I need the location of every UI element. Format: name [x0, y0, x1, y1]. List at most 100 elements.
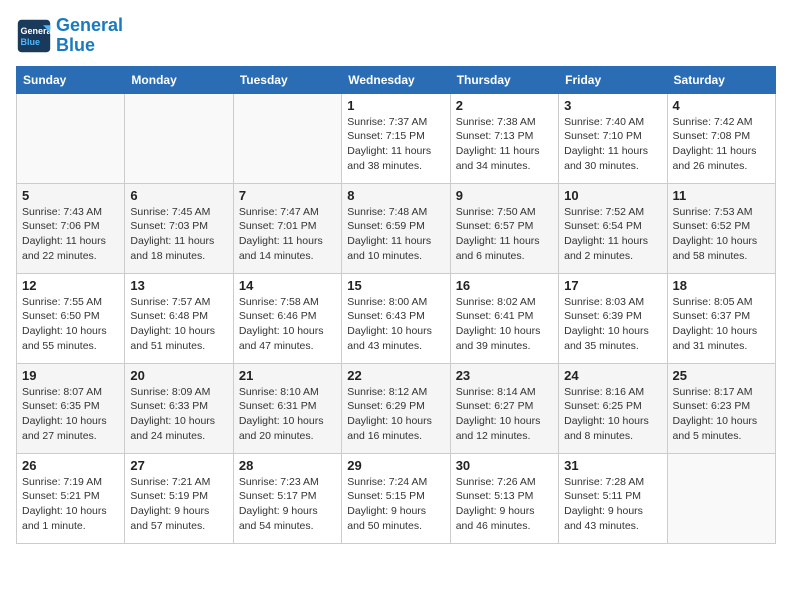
day-info: Sunrise: 8:07 AM Sunset: 6:35 PM Dayligh…	[22, 385, 119, 444]
day-number: 13	[130, 278, 227, 293]
day-number: 19	[22, 368, 119, 383]
day-info: Sunrise: 7:43 AM Sunset: 7:06 PM Dayligh…	[22, 205, 119, 264]
day-cell: 10 Sunrise: 7:52 AM Sunset: 6:54 PM Dayli…	[559, 183, 667, 273]
day-cell: 5 Sunrise: 7:43 AM Sunset: 7:06 PM Daylig…	[17, 183, 125, 273]
week-row-3: 19 Sunrise: 8:07 AM Sunset: 6:35 PM Dayli…	[17, 363, 776, 453]
day-cell: 13 Sunrise: 7:57 AM Sunset: 6:48 PM Dayli…	[125, 273, 233, 363]
day-info: Sunrise: 7:47 AM Sunset: 7:01 PM Dayligh…	[239, 205, 336, 264]
day-info: Sunrise: 8:05 AM Sunset: 6:37 PM Dayligh…	[673, 295, 770, 354]
day-number: 29	[347, 458, 444, 473]
day-number: 10	[564, 188, 661, 203]
day-cell: 9 Sunrise: 7:50 AM Sunset: 6:57 PM Daylig…	[450, 183, 558, 273]
header-wednesday: Wednesday	[342, 66, 450, 93]
day-number: 7	[239, 188, 336, 203]
day-cell: 18 Sunrise: 8:05 AM Sunset: 6:37 PM Dayli…	[667, 273, 775, 363]
day-cell: 15 Sunrise: 8:00 AM Sunset: 6:43 PM Dayli…	[342, 273, 450, 363]
day-cell	[667, 453, 775, 543]
day-cell	[233, 93, 341, 183]
day-info: Sunrise: 8:02 AM Sunset: 6:41 PM Dayligh…	[456, 295, 553, 354]
day-cell: 30Sunrise: 7:26 AM Sunset: 5:13 PM Dayli…	[450, 453, 558, 543]
day-cell: 21 Sunrise: 8:10 AM Sunset: 6:31 PM Dayli…	[233, 363, 341, 453]
day-cell: 4Sunrise: 7:42 AM Sunset: 7:08 PM Daylig…	[667, 93, 775, 183]
day-info: Sunrise: 8:14 AM Sunset: 6:27 PM Dayligh…	[456, 385, 553, 444]
day-info: Sunrise: 8:03 AM Sunset: 6:39 PM Dayligh…	[564, 295, 661, 354]
day-info: Sunrise: 7:57 AM Sunset: 6:48 PM Dayligh…	[130, 295, 227, 354]
day-number: 4	[673, 98, 770, 113]
day-info: Sunrise: 7:50 AM Sunset: 6:57 PM Dayligh…	[456, 205, 553, 264]
day-info: Sunrise: 8:17 AM Sunset: 6:23 PM Dayligh…	[673, 385, 770, 444]
day-info: Sunrise: 8:12 AM Sunset: 6:29 PM Dayligh…	[347, 385, 444, 444]
day-number: 6	[130, 188, 227, 203]
header-sunday: Sunday	[17, 66, 125, 93]
day-cell: 22 Sunrise: 8:12 AM Sunset: 6:29 PM Dayli…	[342, 363, 450, 453]
day-number: 20	[130, 368, 227, 383]
day-info: Sunrise: 8:00 AM Sunset: 6:43 PM Dayligh…	[347, 295, 444, 354]
day-info: Sunrise: 8:09 AM Sunset: 6:33 PM Dayligh…	[130, 385, 227, 444]
day-cell: 11 Sunrise: 7:53 AM Sunset: 6:52 PM Dayli…	[667, 183, 775, 273]
day-number: 15	[347, 278, 444, 293]
day-info: Sunrise: 7:21 AM Sunset: 5:19 PM Dayligh…	[130, 475, 227, 534]
day-number: 14	[239, 278, 336, 293]
day-cell	[17, 93, 125, 183]
logo-icon: General Blue	[16, 18, 52, 54]
day-info: Sunrise: 7:38 AM Sunset: 7:13 PM Dayligh…	[456, 115, 553, 174]
day-number: 3	[564, 98, 661, 113]
day-number: 18	[673, 278, 770, 293]
day-info: Sunrise: 8:16 AM Sunset: 6:25 PM Dayligh…	[564, 385, 661, 444]
day-cell: 26 Sunrise: 7:19 AM Sunset: 5:21 PM Dayli…	[17, 453, 125, 543]
week-row-2: 12 Sunrise: 7:55 AM Sunset: 6:50 PM Dayli…	[17, 273, 776, 363]
day-cell: 20 Sunrise: 8:09 AM Sunset: 6:33 PM Dayli…	[125, 363, 233, 453]
day-number: 25	[673, 368, 770, 383]
day-cell: 6Sunrise: 7:45 AM Sunset: 7:03 PM Daylig…	[125, 183, 233, 273]
day-cell: 17Sunrise: 8:03 AM Sunset: 6:39 PM Dayli…	[559, 273, 667, 363]
day-number: 23	[456, 368, 553, 383]
header-friday: Friday	[559, 66, 667, 93]
day-info: Sunrise: 7:53 AM Sunset: 6:52 PM Dayligh…	[673, 205, 770, 264]
day-number: 8	[347, 188, 444, 203]
day-number: 5	[22, 188, 119, 203]
day-number: 27	[130, 458, 227, 473]
day-cell: 27 Sunrise: 7:21 AM Sunset: 5:19 PM Dayli…	[125, 453, 233, 543]
day-number: 12	[22, 278, 119, 293]
page-header: General Blue General Blue	[16, 16, 776, 56]
day-number: 9	[456, 188, 553, 203]
day-number: 28	[239, 458, 336, 473]
calendar-table: SundayMondayTuesdayWednesdayThursdayFrid…	[16, 66, 776, 544]
logo: General Blue General Blue	[16, 16, 123, 56]
day-number: 26	[22, 458, 119, 473]
day-cell: 24 Sunrise: 8:16 AM Sunset: 6:25 PM Dayli…	[559, 363, 667, 453]
day-number: 2	[456, 98, 553, 113]
day-number: 21	[239, 368, 336, 383]
day-info: Sunrise: 7:58 AM Sunset: 6:46 PM Dayligh…	[239, 295, 336, 354]
day-cell: 19 Sunrise: 8:07 AM Sunset: 6:35 PM Dayli…	[17, 363, 125, 453]
day-cell: 7 Sunrise: 7:47 AM Sunset: 7:01 PM Daylig…	[233, 183, 341, 273]
day-info: Sunrise: 8:10 AM Sunset: 6:31 PM Dayligh…	[239, 385, 336, 444]
day-cell: 29 Sunrise: 7:24 AM Sunset: 5:15 PM Dayli…	[342, 453, 450, 543]
week-row-0: 1Sunrise: 7:37 AM Sunset: 7:15 PM Daylig…	[17, 93, 776, 183]
day-info: Sunrise: 7:28 AM Sunset: 5:11 PM Dayligh…	[564, 475, 661, 534]
logo-text: General Blue	[56, 16, 123, 56]
calendar-header-row: SundayMondayTuesdayWednesdayThursdayFrid…	[17, 66, 776, 93]
day-cell: 16Sunrise: 8:02 AM Sunset: 6:41 PM Dayli…	[450, 273, 558, 363]
day-number: 11	[673, 188, 770, 203]
day-info: Sunrise: 7:52 AM Sunset: 6:54 PM Dayligh…	[564, 205, 661, 264]
day-cell: 28 Sunrise: 7:23 AM Sunset: 5:17 PM Dayli…	[233, 453, 341, 543]
day-number: 31	[564, 458, 661, 473]
day-info: Sunrise: 7:26 AM Sunset: 5:13 PM Dayligh…	[456, 475, 553, 534]
day-info: Sunrise: 7:24 AM Sunset: 5:15 PM Dayligh…	[347, 475, 444, 534]
day-info: Sunrise: 7:40 AM Sunset: 7:10 PM Dayligh…	[564, 115, 661, 174]
header-saturday: Saturday	[667, 66, 775, 93]
header-monday: Monday	[125, 66, 233, 93]
week-row-1: 5 Sunrise: 7:43 AM Sunset: 7:06 PM Daylig…	[17, 183, 776, 273]
week-row-4: 26 Sunrise: 7:19 AM Sunset: 5:21 PM Dayli…	[17, 453, 776, 543]
day-number: 22	[347, 368, 444, 383]
header-thursday: Thursday	[450, 66, 558, 93]
day-info: Sunrise: 7:37 AM Sunset: 7:15 PM Dayligh…	[347, 115, 444, 174]
day-info: Sunrise: 7:55 AM Sunset: 6:50 PM Dayligh…	[22, 295, 119, 354]
day-number: 24	[564, 368, 661, 383]
day-info: Sunrise: 7:19 AM Sunset: 5:21 PM Dayligh…	[22, 475, 119, 534]
day-cell: 23 Sunrise: 8:14 AM Sunset: 6:27 PM Dayli…	[450, 363, 558, 453]
day-cell: 31 Sunrise: 7:28 AM Sunset: 5:11 PM Dayli…	[559, 453, 667, 543]
day-cell: 12 Sunrise: 7:55 AM Sunset: 6:50 PM Dayli…	[17, 273, 125, 363]
day-info: Sunrise: 7:23 AM Sunset: 5:17 PM Dayligh…	[239, 475, 336, 534]
